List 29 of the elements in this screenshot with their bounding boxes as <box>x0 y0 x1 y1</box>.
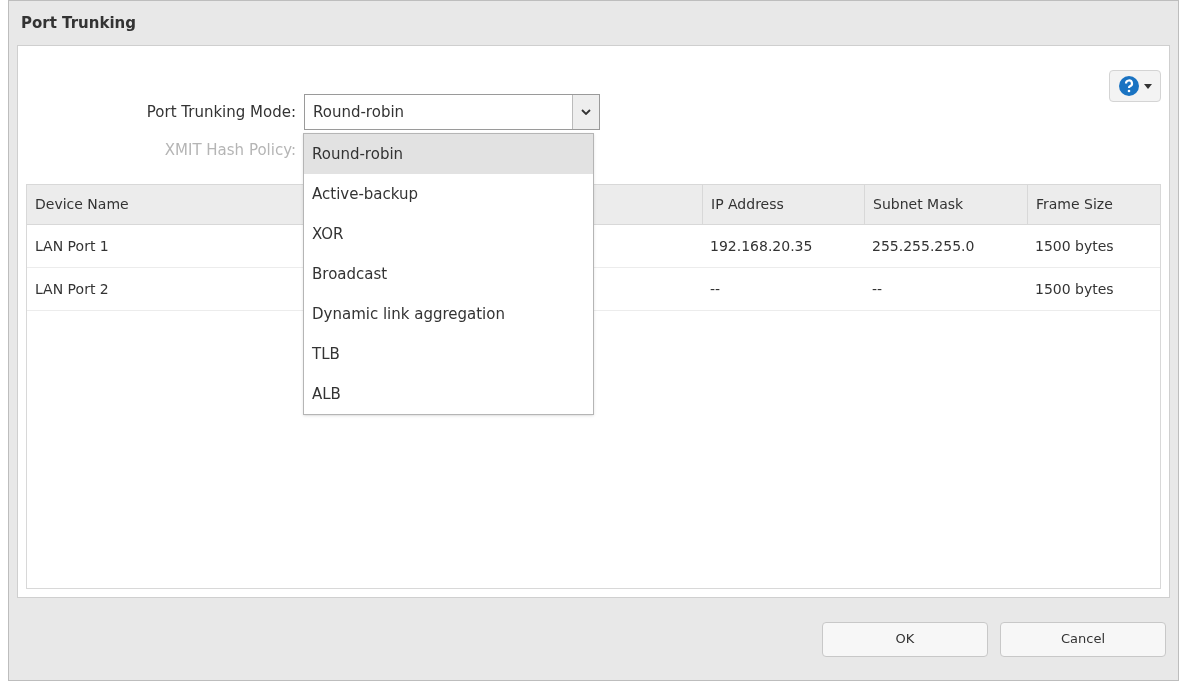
table-cell-text: 192.168.20.35 <box>710 236 813 256</box>
table-cell-text: 255.255.255.0 <box>872 236 975 256</box>
table-cell-text: -- <box>872 279 883 299</box>
field-label: XMIT Hash Policy: <box>163 139 297 161</box>
dialog-button[interactable]: Cancel <box>1000 621 1166 657</box>
table-cell-text: -- <box>710 279 721 299</box>
table-cell-text: 1500 bytes <box>1035 236 1114 256</box>
dropdown-option[interactable]: ALB <box>304 374 593 414</box>
help-button[interactable] <box>1109 70 1161 102</box>
table-cell-text: 1500 bytes <box>1035 279 1114 299</box>
column-header: IP Address <box>711 195 784 214</box>
dropdown-option[interactable]: TLB <box>304 334 593 374</box>
table-cell-text: LAN Port 1 <box>35 236 109 256</box>
dropdown-option[interactable]: Dynamic link aggregation <box>304 294 593 334</box>
column-header: Device Name <box>35 195 129 214</box>
dropdown-option[interactable]: Active-backup <box>304 174 593 214</box>
caret-icon <box>1144 83 1152 89</box>
field-label: Port Trunking Mode: <box>145 101 297 123</box>
dropdown-option[interactable]: XOR <box>304 214 593 254</box>
table-cell-text: LAN Port 2 <box>35 279 109 299</box>
dropdown-option[interactable]: Broadcast <box>304 254 593 294</box>
window-title: Port Trunking <box>20 12 137 34</box>
chevron-down-icon <box>581 109 591 115</box>
help-icon <box>1118 75 1140 97</box>
column-header: Subnet Mask <box>873 195 964 214</box>
dropdown-option[interactable]: Round-robin <box>304 134 593 174</box>
dialog-button[interactable]: OK <box>822 621 988 657</box>
mode-select[interactable]: Round-robin <box>304 94 600 130</box>
column-header: Frame Size <box>1036 195 1113 214</box>
